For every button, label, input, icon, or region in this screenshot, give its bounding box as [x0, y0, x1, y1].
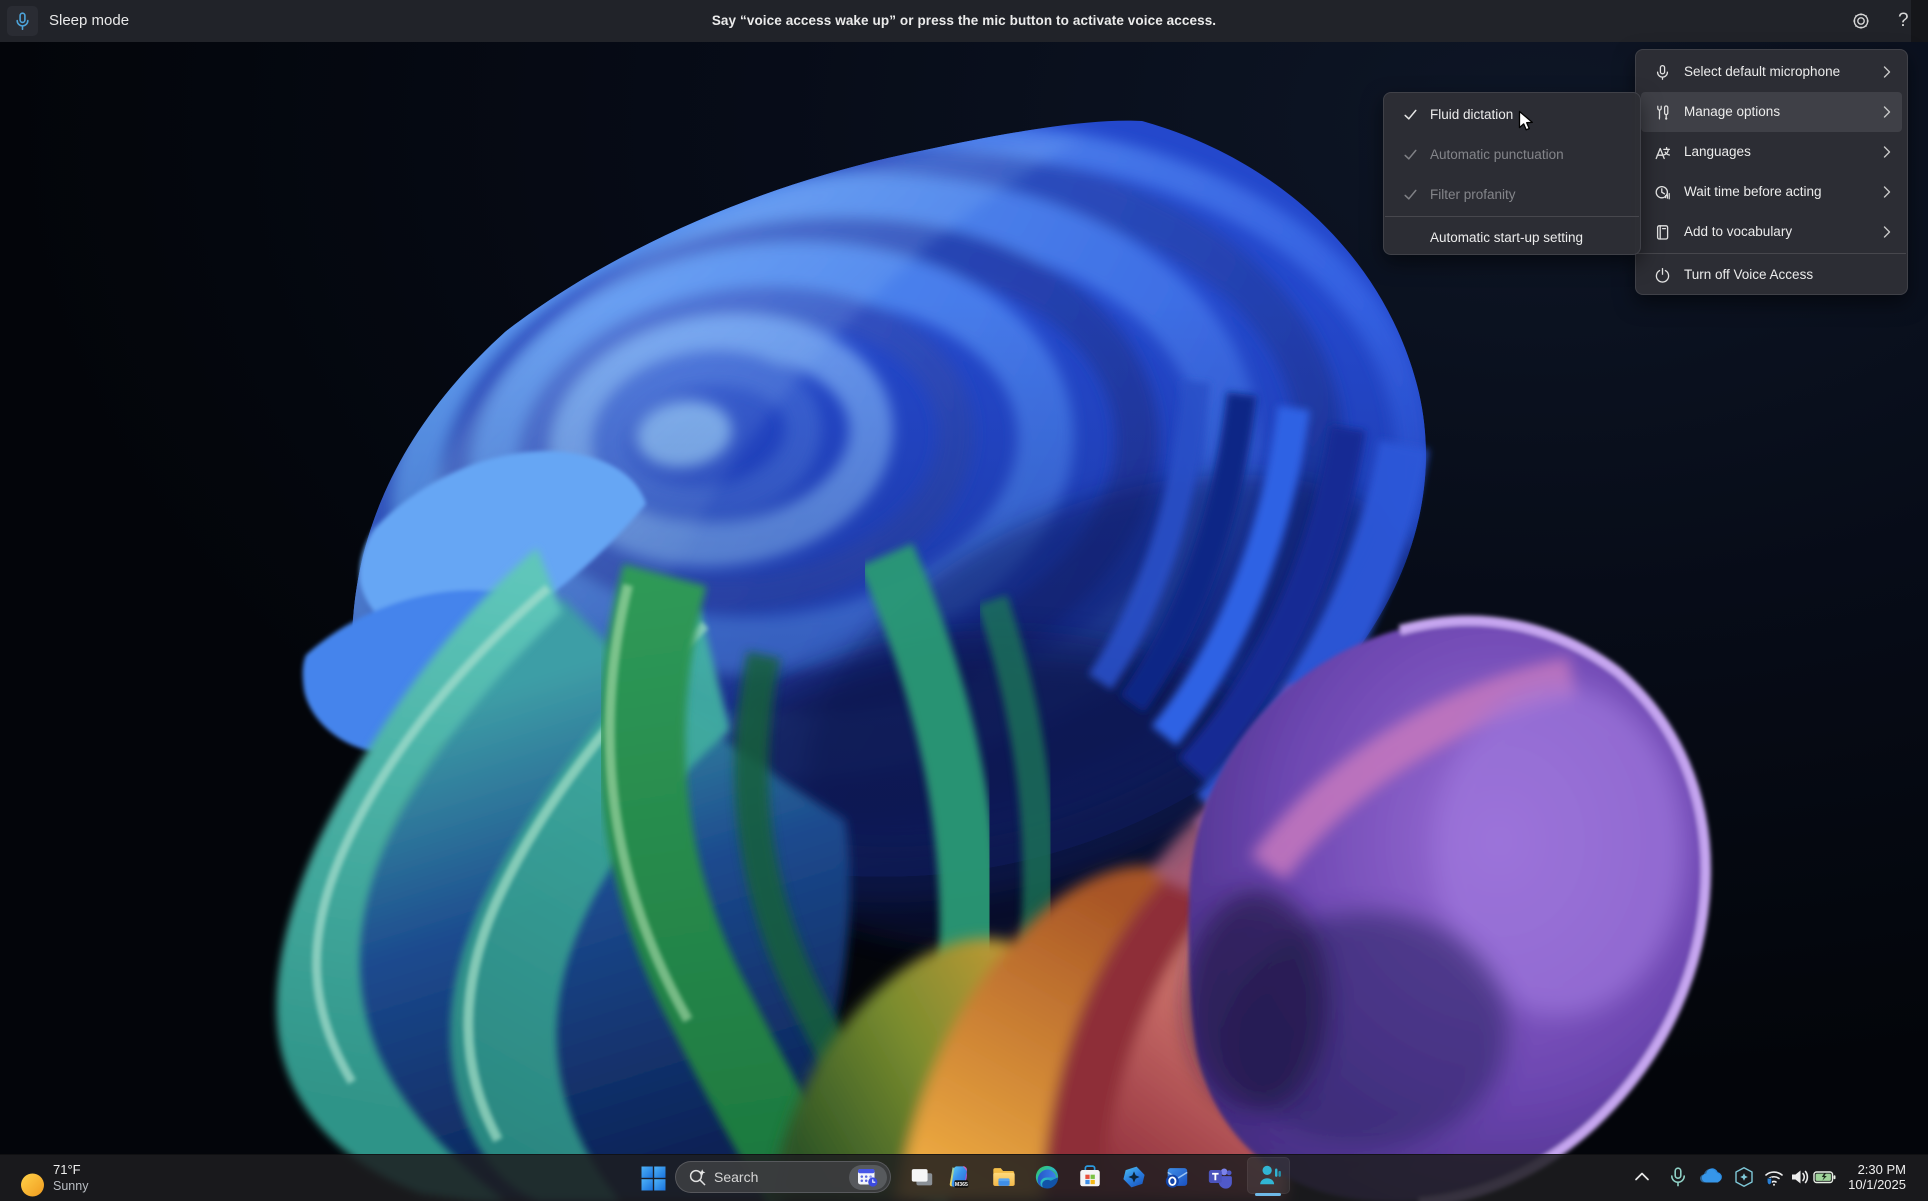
- svg-text:M365: M365: [955, 1182, 968, 1188]
